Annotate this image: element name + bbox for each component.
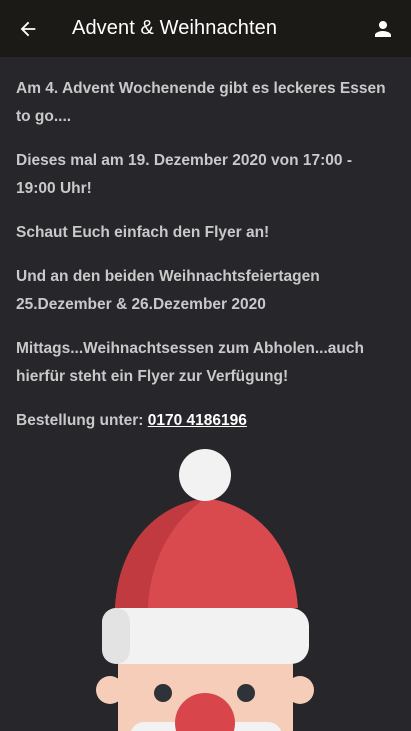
santa-fur-brim-shade <box>102 608 130 664</box>
order-line: Bestellung unter: 0170 4186196 <box>16 407 388 435</box>
arrow-left-icon <box>20 21 36 37</box>
back-button[interactable] <box>10 11 46 47</box>
account-button[interactable] <box>365 11 401 47</box>
person-icon <box>375 21 391 37</box>
paragraph-date: Dieses mal am 19. Dezember 2020 von 17:0… <box>16 152 353 197</box>
santa-eye-right <box>237 684 255 702</box>
santa-eye-left <box>154 684 172 702</box>
paragraph-flyer: Schaut Euch einfach den Flyer an! <box>16 224 270 241</box>
page-title: Advent & Weihnachten <box>72 17 278 39</box>
santa-pompom <box>179 449 231 501</box>
paragraph-lunch: Mittags...Weihnachtsessen zum Abholen...… <box>16 340 364 385</box>
article-content: Am 4. Advent Wochenende gibt es leckeres… <box>16 75 388 451</box>
santa-illustration <box>96 449 314 731</box>
santa-fur-brim <box>102 608 309 664</box>
app-bar: Advent & Weihnachten <box>0 0 411 57</box>
phone-link[interactable]: 0170 4186196 <box>148 412 247 429</box>
paragraph-holidays: Und an den beiden Weihnachtsfeiertagen 2… <box>16 268 320 313</box>
order-label: Bestellung unter: <box>16 412 148 429</box>
paragraph-advent: Am 4. Advent Wochenende gibt es leckeres… <box>16 80 386 125</box>
